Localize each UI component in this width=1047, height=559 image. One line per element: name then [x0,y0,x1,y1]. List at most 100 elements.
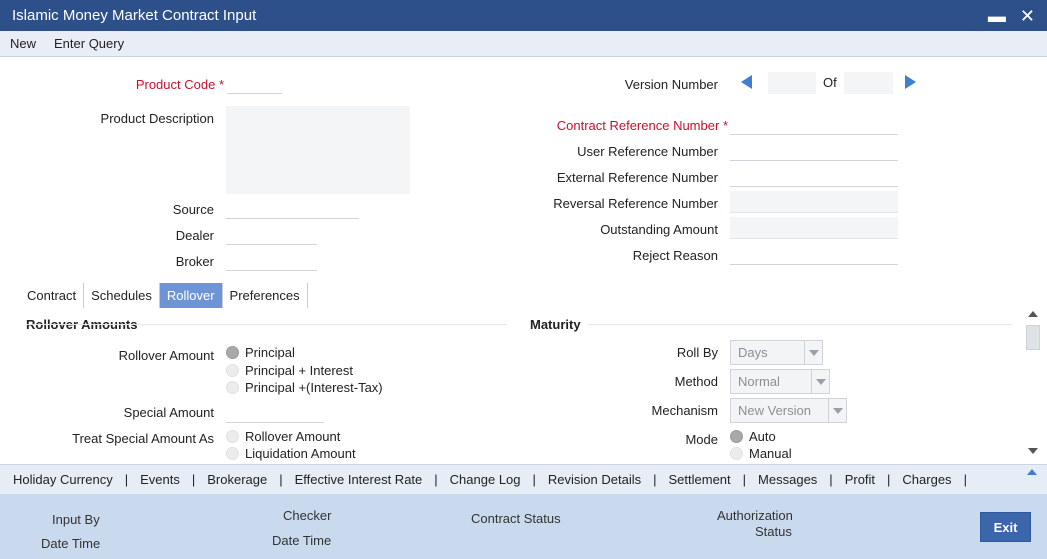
link-separator: | [887,472,891,487]
link-effective-interest-rate[interactable]: Effective Interest Rate [295,472,423,487]
roll-by-label: Roll By [676,345,718,360]
external-reference-label: External Reference Number [556,170,718,185]
product-description-label: Product Description [100,111,214,126]
special-amount-label: Special Amount [123,405,214,420]
link-brokerage[interactable]: Brokerage [207,472,267,487]
menu-bar: New Enter Query [0,31,1047,57]
minimize-icon[interactable]: ▬ [988,7,1006,25]
reject-reason-label: Reject Reason [632,248,718,263]
maturity-separator [588,324,1012,325]
total-versions-field[interactable] [844,72,893,94]
user-reference-label: User Reference Number [577,144,718,159]
product-code-field[interactable] [227,72,282,94]
link-profit[interactable]: Profit [845,472,875,487]
of-label: Of [823,75,837,90]
contract-reference-label: Contract Reference Number * [556,118,728,133]
close-icon[interactable]: ✕ [1020,7,1035,25]
tab-schedules[interactable]: Schedules [84,283,160,308]
date-time-label: Date Time [41,536,101,551]
outstanding-amount-label: Outstanding Amount [600,222,718,237]
menu-new[interactable]: New [0,36,44,51]
link-change-log[interactable]: Change Log [450,472,521,487]
title-bar: Islamic Money Market Contract Input ▬ ✕ [0,0,1047,31]
external-reference-field[interactable] [730,165,898,187]
link-separator: | [434,472,438,487]
user-reference-field[interactable] [730,139,898,161]
version-number-label: Version Number [624,77,718,92]
subsystem-link-bar: Holiday Currency | Events | Brokerage | … [0,464,1047,494]
radio-mode-manual[interactable]: Manual [730,446,792,461]
checker-date-time-label: Date Time [272,533,332,548]
source-label: Source [172,202,214,217]
next-version-icon[interactable] [905,75,916,89]
treat-special-amount-label: Treat Special Amount As [72,431,214,446]
radio-icon [226,430,239,443]
broker-label: Broker [175,254,214,269]
radio-icon [226,447,239,460]
outstanding-amount-field [730,217,898,239]
scroll-thumb[interactable] [1026,325,1040,350]
chevron-down-icon [804,341,822,364]
link-charges[interactable]: Charges [902,472,951,487]
tab-preferences[interactable]: Preferences [223,283,308,308]
link-separator: | [191,472,196,487]
radio-principal[interactable]: Principal [226,345,295,360]
tab-rollover[interactable]: Rollover [159,283,223,308]
maturity-title: Maturity [530,317,581,332]
menu-enter-query[interactable]: Enter Query [44,36,132,51]
contract-reference-field[interactable] [730,113,898,135]
link-separator: | [124,472,129,487]
input-by-label: Input By [52,512,100,527]
link-separator: | [653,472,657,487]
contract-status-label: Contract Status [471,511,561,526]
window-title: Islamic Money Market Contract Input [12,7,257,24]
reversal-reference-label: Reversal Reference Number [553,196,718,211]
authorization-status-label: Status [755,524,792,539]
method-select[interactable]: Normal [730,369,830,394]
dealer-label: Dealer [175,228,214,243]
radio-principal-interest[interactable]: Principal + Interest [226,363,353,378]
product-description-field[interactable] [226,106,410,194]
broker-field[interactable] [226,249,317,271]
product-code-label: Product Code * [135,77,224,92]
audit-footer: Input By Date Time Checker Date Time Con… [0,494,1047,559]
source-field[interactable] [226,197,359,219]
version-number-field[interactable] [768,72,816,94]
special-amount-field[interactable] [226,401,324,423]
link-separator: | [532,472,536,487]
scroll-down-icon[interactable] [1028,448,1038,454]
radio-principal-interest-tax[interactable]: Principal +(Interest-Tax) [226,380,383,395]
link-messages[interactable]: Messages [758,472,817,487]
link-revision-details[interactable]: Revision Details [548,472,641,487]
exit-button[interactable]: Exit [980,512,1031,542]
chevron-down-icon [811,370,829,393]
dealer-field[interactable] [226,223,317,245]
checker-label: Checker [283,508,332,523]
link-separator: | [279,472,283,487]
link-settlement[interactable]: Settlement [669,472,731,487]
reject-reason-field[interactable] [730,243,898,265]
mode-label: Mode [685,432,718,447]
radio-icon [730,447,743,460]
link-holiday-currency[interactable]: Holiday Currency [13,472,113,487]
radio-rollover-amount[interactable]: Rollover Amount [226,429,340,444]
roll-by-select[interactable]: Days [730,340,823,365]
mechanism-select[interactable]: New Version [730,398,847,423]
radio-liquidation-amount[interactable]: Liquidation Amount [226,446,356,461]
radio-mode-auto[interactable]: Auto [730,429,776,444]
link-separator: | [963,472,967,487]
rollover-separator [26,324,506,325]
scroll-up-icon[interactable] [1028,311,1038,317]
chevron-down-icon [828,399,846,422]
link-separator: | [829,472,833,487]
vertical-scrollbar[interactable] [1024,305,1042,460]
tab-bar: Contract Schedules Rollover Preferences [20,283,308,308]
link-events[interactable]: Events [140,472,180,487]
method-label: Method [674,374,718,389]
expand-up-icon[interactable] [1027,469,1037,475]
link-separator: | [742,472,747,487]
radio-selected-icon [226,346,239,359]
tab-contract[interactable]: Contract [20,283,85,308]
previous-version-icon[interactable] [741,75,752,89]
radio-selected-icon [730,430,743,443]
